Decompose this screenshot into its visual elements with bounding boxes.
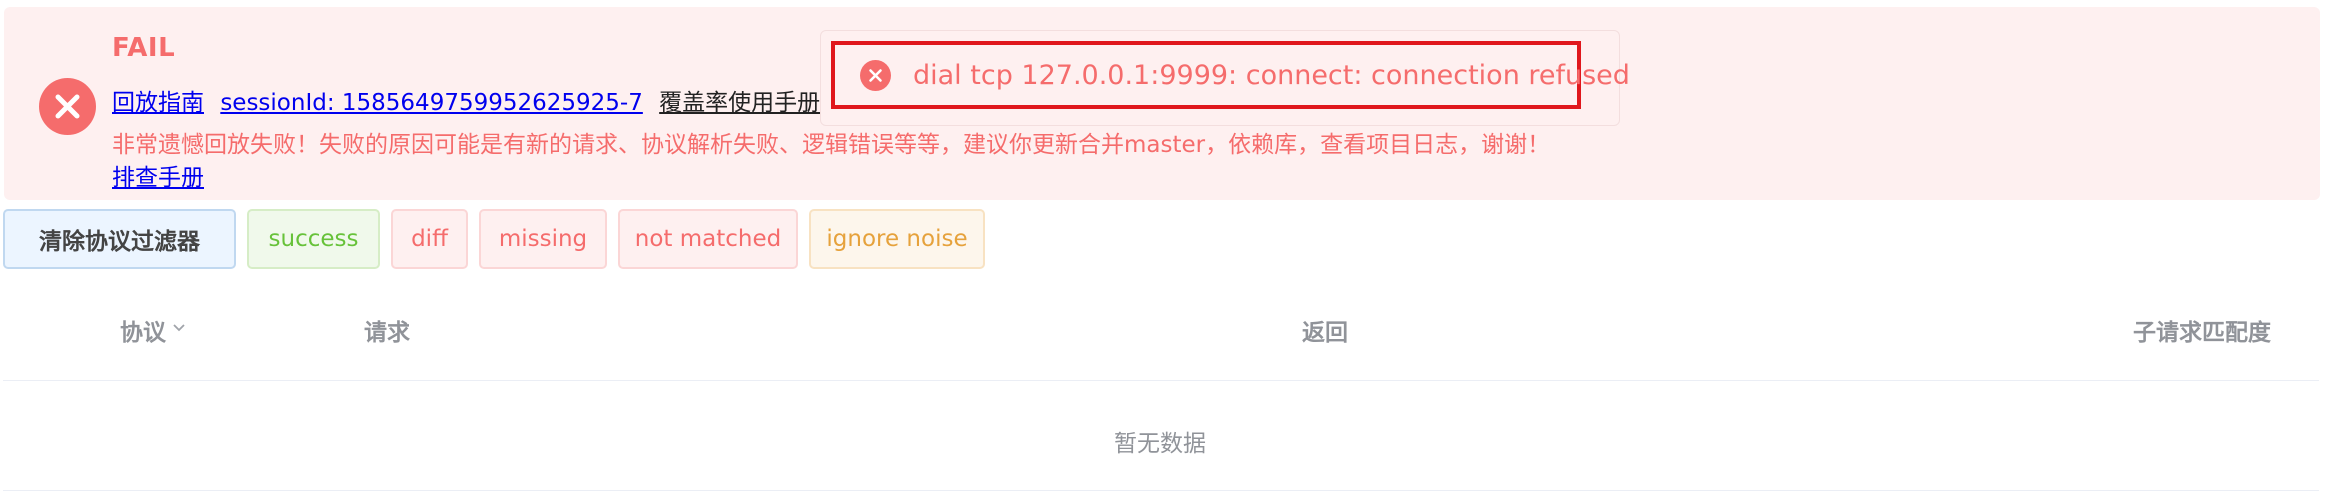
- filter-success-button[interactable]: success: [247, 209, 380, 269]
- alert-description: 非常遗憾回放失败！失败的原因可能是有新的请求、协议解析失败、逻辑错误等等，建议你…: [112, 132, 1551, 158]
- coverage-manual-link[interactable]: 覆盖率使用手册: [659, 90, 820, 116]
- chevron-down-icon[interactable]: [172, 323, 186, 333]
- filter-not-matched-button[interactable]: not matched: [618, 209, 798, 269]
- table-bottom-divider: [3, 490, 2319, 491]
- column-request: 请求: [364, 320, 410, 346]
- close-circle-icon: [860, 59, 891, 91]
- replay-guide-link[interactable]: 回放指南: [112, 90, 204, 116]
- column-response: 返回: [1302, 320, 1348, 346]
- filter-diff-button[interactable]: diff: [391, 209, 468, 269]
- alert-title: FAIL: [112, 33, 176, 63]
- error-toast: dial tcp 127.0.0.1:9999: connect: connec…: [820, 30, 1630, 126]
- table-header-divider: [3, 380, 2319, 381]
- filter-ignore-noise-button[interactable]: ignore noise: [809, 209, 985, 269]
- toast-highlight-box: dial tcp 127.0.0.1:9999: connect: connec…: [831, 41, 1630, 109]
- column-sub-request-match: 子请求匹配度: [2133, 320, 2271, 346]
- filter-missing-button[interactable]: missing: [479, 209, 607, 269]
- clear-protocol-filter-button[interactable]: 清除协议过滤器: [3, 209, 236, 269]
- empty-state-text: 暂无数据: [1114, 431, 1206, 457]
- close-circle-icon: [39, 78, 96, 135]
- toast-message: dial tcp 127.0.0.1:9999: connect: connec…: [913, 59, 1630, 91]
- alert-links: 回放指南 sessionId: 1585649759952625925-7 覆盖…: [112, 83, 872, 117]
- session-id-link[interactable]: sessionId: 1585649759952625925-7: [220, 90, 643, 116]
- troubleshoot-manual-link[interactable]: 排查手册: [112, 158, 204, 192]
- column-protocol[interactable]: 协议: [120, 313, 166, 347]
